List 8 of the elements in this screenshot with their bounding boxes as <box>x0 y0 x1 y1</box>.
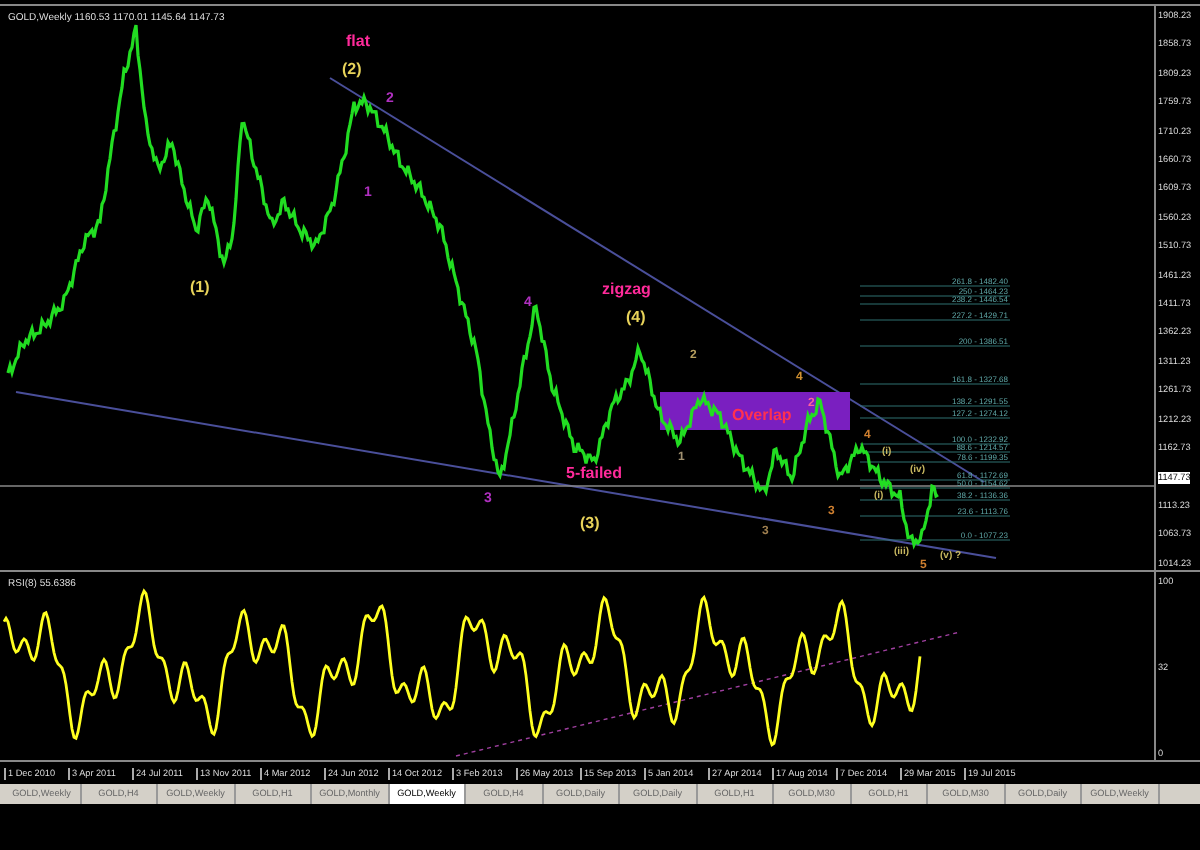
wave-label: (4) <box>626 310 646 326</box>
wave-label: (1) <box>190 280 210 296</box>
wave-label: Overlap <box>732 408 792 424</box>
wave-label: 5-failed <box>566 466 623 482</box>
wave-label: (2) <box>342 62 362 78</box>
wave-label: flat <box>346 34 370 50</box>
wave-label: zigzag <box>602 282 651 298</box>
wave-label: (3) <box>580 516 600 532</box>
